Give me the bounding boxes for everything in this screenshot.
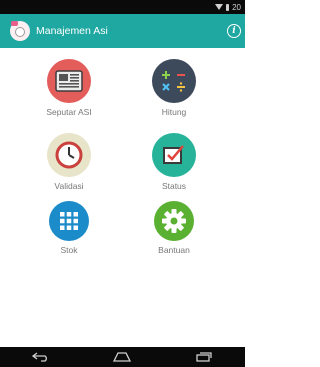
home-icon[interactable] (110, 350, 134, 364)
gear-icon (154, 201, 194, 241)
info-icon[interactable]: i (227, 24, 241, 38)
app-title: Manajemen Asi (36, 25, 108, 37)
newspaper-icon (47, 59, 91, 103)
menu-label: Hitung (161, 107, 187, 117)
checkbox-icon (152, 133, 196, 177)
menu-label: Status (161, 181, 187, 191)
back-icon[interactable] (29, 350, 53, 364)
menu-label: Stok (60, 245, 78, 255)
clock-icon (47, 133, 91, 177)
status-bar: 20 (0, 0, 245, 14)
menu-item-seputar-asi[interactable]: Seputar ASI (24, 59, 114, 117)
wifi-icon (215, 4, 224, 10)
menu-item-bantuan[interactable]: Bantuan (129, 201, 219, 255)
menu-item-hitung[interactable]: Hitung (129, 59, 219, 117)
grid-icon (49, 201, 89, 241)
menu-label: Seputar ASI (46, 107, 92, 117)
navigation-bar (0, 347, 245, 367)
recents-icon[interactable] (192, 350, 216, 364)
menu-item-status[interactable]: Status (129, 133, 219, 191)
battery-icon (226, 3, 230, 11)
app-bar: Manajemen Asi i (0, 14, 245, 48)
status-time: 20 (232, 2, 241, 12)
menu-label: Validasi (54, 181, 84, 191)
calculator-icon (152, 59, 196, 103)
baby-logo-icon (10, 21, 30, 41)
menu-item-stok[interactable]: Stok (24, 201, 114, 255)
menu-label: Bantuan (158, 245, 190, 255)
menu-item-validasi[interactable]: Validasi (24, 133, 114, 191)
